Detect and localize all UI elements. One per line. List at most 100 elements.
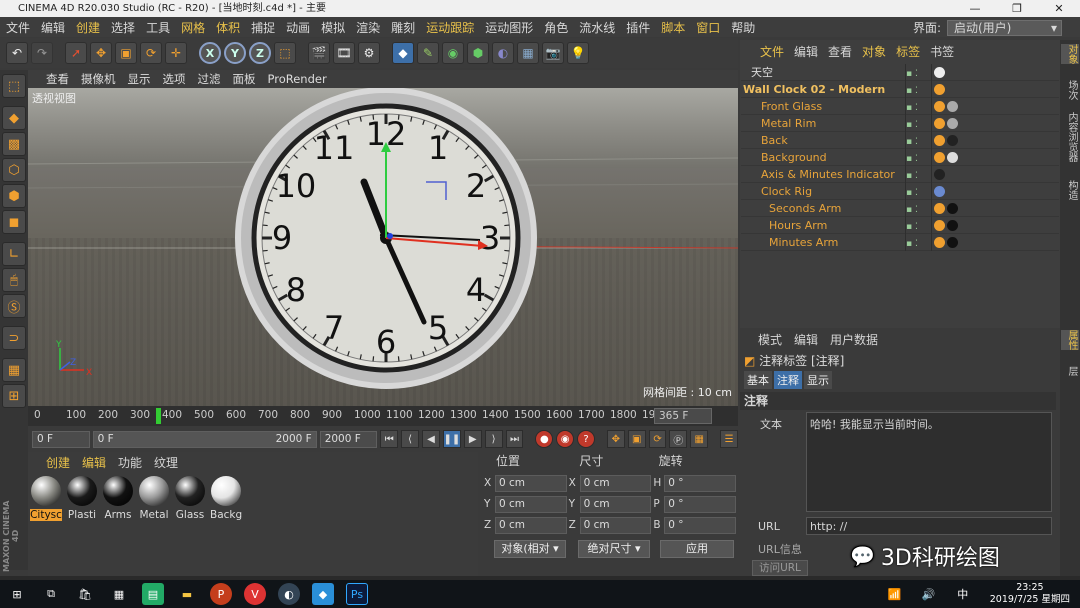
object-menu-item-0[interactable]: 文件 <box>760 43 784 60</box>
object-row[interactable]: Hours Arm ▪ ⁚ <box>741 217 1059 234</box>
key-position-icon[interactable]: ✥ <box>606 430 625 448</box>
interface-select[interactable]: 启动(用户) ▾ <box>947 19 1062 36</box>
timeline-ruler[interactable]: 0 100 200 300 400 500 600 700 800 900 1000 1100 1200… <box>28 406 738 426</box>
object-row[interactable]: Clock Rig ▪ ⁚ <box>741 183 1059 200</box>
edges-mode-icon[interactable]: ⬢ <box>2 184 26 208</box>
object-menu-item-4[interactable]: 标签 <box>896 43 920 60</box>
object-row[interactable]: Minutes Arm ▪ ⁚ <box>741 234 1059 251</box>
object-menu-item-3[interactable]: 对象 <box>862 43 886 60</box>
record-icon[interactable]: ● <box>535 430 554 448</box>
material-swatch[interactable]: Plasti <box>66 474 98 521</box>
object-tags[interactable] <box>931 234 958 251</box>
menu-item-3[interactable]: 选择 <box>111 19 135 36</box>
coordinate-system-icon[interactable]: ⬚ <box>274 42 296 64</box>
menu-item-12[interactable]: 运动跟踪 <box>426 19 474 36</box>
right-tab-3[interactable]: 构造 <box>1061 180 1079 200</box>
light-icon[interactable]: 💡 <box>567 42 589 64</box>
floor-icon[interactable]: ▦ <box>517 42 539 64</box>
magnet-icon[interactable]: ⊃ <box>2 326 26 350</box>
axis-z-lock-button[interactable]: Z <box>249 42 271 64</box>
viewport-menu-item-6[interactable]: ProRender <box>268 72 327 86</box>
viewport[interactable]: 12 1 2 3 4 5 6 7 8 9 10 11 Y X Z 透视视图 网格间距 : 10 cm <box>28 88 738 406</box>
coordinate-field[interactable]: 0 cm <box>579 516 652 534</box>
material-swatch[interactable]: Citysc <box>30 474 62 521</box>
object-tags[interactable] <box>931 81 945 98</box>
object-name[interactable]: Minutes Arm <box>769 234 838 251</box>
object-visibility-flags[interactable]: ▪ ⁚ <box>905 183 929 200</box>
material-tag-icon[interactable] <box>934 203 945 214</box>
object-row[interactable]: Wall Clock 02 - Modern ▪ ⁚ <box>741 81 1059 98</box>
coordinate-field[interactable]: 0 ° <box>664 474 736 492</box>
right-tab-0[interactable]: 对象 <box>1061 44 1079 64</box>
recent-tool-icon[interactable]: ✛ <box>165 42 187 64</box>
axis-x-lock-button[interactable]: X <box>199 42 221 64</box>
object-visibility-flags[interactable]: ▪ ⁚ <box>905 115 929 132</box>
axis-y-lock-button[interactable]: Y <box>224 42 246 64</box>
material-tag-icon[interactable] <box>947 203 958 214</box>
right-tab-5[interactable]: 层 <box>1061 366 1079 376</box>
windows-start-icon[interactable]: ⊞ <box>6 583 28 605</box>
snap-icon[interactable]: Ⓢ <box>2 294 26 318</box>
menu-item-19[interactable]: 帮助 <box>731 19 755 36</box>
object-name[interactable]: Hours Arm <box>769 217 827 234</box>
array-icon[interactable]: ⬢ <box>467 42 489 64</box>
coordinate-field[interactable]: 0 cm <box>494 474 567 492</box>
object-visibility-flags[interactable]: ▪ ⁚ <box>905 166 929 183</box>
material-swatch[interactable]: Glass <box>174 474 206 521</box>
attribute-menu-item-0[interactable]: 模式 <box>758 331 782 348</box>
coordinate-field[interactable]: 0 ° <box>664 516 736 534</box>
photoshop-icon[interactable]: Ps <box>346 583 368 605</box>
viewport-menu-item-1[interactable]: 摄像机 <box>81 71 116 87</box>
object-tags[interactable] <box>931 200 958 217</box>
coordinate-mode-select[interactable]: 对象(相对 ▾ <box>494 540 566 558</box>
visit-url-button[interactable]: 访问URL <box>752 560 808 576</box>
material-menu-item-2[interactable]: 功能 <box>118 454 142 471</box>
object-name[interactable]: 天空 <box>751 64 773 81</box>
material-tag-icon[interactable] <box>934 237 945 248</box>
material-tag-icon[interactable] <box>947 237 958 248</box>
object-tags[interactable] <box>931 98 958 115</box>
menu-item-4[interactable]: 工具 <box>146 19 170 36</box>
apply-button[interactable]: 应用 <box>660 540 734 558</box>
menu-item-7[interactable]: 捕捉 <box>251 19 275 36</box>
object-name[interactable]: Axis & Minutes Indicator <box>761 166 895 183</box>
material-tag-icon[interactable] <box>934 169 945 180</box>
material-tag-icon[interactable] <box>934 67 945 78</box>
coordinate-field[interactable]: 0 cm <box>494 495 567 513</box>
redo-button[interactable]: ↷ <box>31 42 53 64</box>
object-row[interactable]: Background ▪ ⁚ <box>741 149 1059 166</box>
object-name[interactable]: Back <box>761 132 788 149</box>
start-frame-field[interactable]: 0 F <box>32 430 90 448</box>
object-tags[interactable] <box>931 132 958 149</box>
attribute-tab-2[interactable]: 显示 <box>804 371 832 389</box>
cube-primitive-icon[interactable]: ◆ <box>392 42 414 64</box>
menu-item-6[interactable]: 体积 <box>216 19 240 36</box>
store-icon[interactable]: 🛍 <box>74 583 96 605</box>
go-to-start-icon[interactable]: ⏮ <box>380 430 399 448</box>
clock-tray[interactable]: 23:25 2019/7/25 星期四 <box>990 582 1070 606</box>
object-name[interactable]: Background <box>761 149 827 166</box>
menu-item-9[interactable]: 模拟 <box>321 19 345 36</box>
autokey-icon[interactable]: ◉ <box>556 430 575 448</box>
material-menu-item-1[interactable]: 编辑 <box>82 454 106 471</box>
menu-item-14[interactable]: 角色 <box>544 19 568 36</box>
workplane-icon[interactable]: ▦ <box>2 358 26 382</box>
object-visibility-flags[interactable]: ▪ ⁚ <box>905 98 929 115</box>
object-name[interactable]: Metal Rim <box>761 115 816 132</box>
object-tags[interactable] <box>931 64 945 81</box>
menu-item-11[interactable]: 雕刻 <box>391 19 415 36</box>
material-tag-icon[interactable] <box>947 220 958 231</box>
object-visibility-flags[interactable]: ▪ ⁚ <box>905 81 929 98</box>
menu-item-10[interactable]: 渲染 <box>356 19 380 36</box>
next-frame-icon[interactable]: ▶ <box>463 430 482 448</box>
material-menu-item-0[interactable]: 创建 <box>46 454 70 471</box>
material-tag-icon[interactable] <box>934 118 945 129</box>
subdivision-icon[interactable]: ◉ <box>442 42 464 64</box>
attribute-menu-item-2[interactable]: 用户数据 <box>830 331 878 348</box>
tweak-mode-icon[interactable]: 🖱 <box>2 268 26 292</box>
right-tab-1[interactable]: 场次 <box>1061 80 1079 100</box>
object-menu-item-2[interactable]: 查看 <box>828 43 852 60</box>
material-tag-icon[interactable] <box>947 152 958 163</box>
material-tag-icon[interactable] <box>947 118 958 129</box>
material-tag-icon[interactable] <box>947 135 958 146</box>
